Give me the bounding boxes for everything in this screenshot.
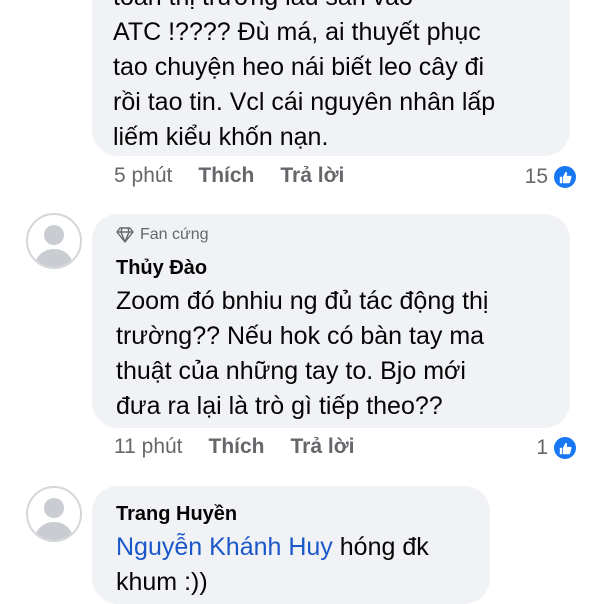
fan-badge: Fan cứng	[116, 226, 209, 244]
comment-author[interactable]: Thủy Đào	[116, 256, 207, 280]
comment-actions: 11 phút Thích Trả lời	[114, 435, 354, 459]
comment-line: tao chuyện heo nái biết leo cây đi	[113, 53, 485, 81]
avatar[interactable]	[26, 213, 82, 269]
reaction-count[interactable]: 1	[536, 435, 578, 461]
comment-author[interactable]: Trang Huyền	[116, 502, 237, 526]
comment-text: toàn thị trường lấu sàn vào ATC !???? Đù…	[113, 0, 495, 155]
comment-line: thuật của những tay to. Bjo mới	[116, 357, 466, 385]
reaction-count[interactable]: 15	[525, 164, 578, 190]
comment-text: Nguyễn Khánh Huy hóng đk khum :))	[116, 530, 429, 600]
default-avatar-icon	[34, 498, 74, 540]
comment-text: Zoom đó bnhiu ng đủ tác động thị trường?…	[116, 284, 489, 424]
comment-line: đưa ra lại là trò gì tiếp theo??	[116, 392, 443, 420]
mention-link[interactable]: Nguyễn Khánh Huy	[116, 533, 333, 561]
like-button[interactable]: Thích	[198, 164, 254, 188]
comment-time[interactable]: 11 phút	[114, 435, 183, 459]
comment-line: rồi tao tin. Vcl cái nguyên nhân lấp	[113, 88, 496, 116]
comment-actions: 5 phút Thích Trả lời	[114, 164, 344, 188]
comment-line: ATC !???? Đù má, ai thuyết phục	[113, 18, 481, 46]
comment-line: trường?? Nếu hok có bàn tay ma	[116, 322, 485, 350]
comment-bubble: toàn thị trường lấu sàn vào ATC !???? Đù…	[92, 0, 570, 156]
like-button[interactable]: Thích	[209, 435, 265, 459]
diamond-icon	[116, 227, 134, 243]
comment-bubble: Trang Huyền Nguyễn Khánh Huy hóng đk khu…	[92, 486, 490, 604]
badge-label: Fan cứng	[140, 226, 209, 243]
comment-bubble: Fan cứng Thủy Đào Zoom đó bnhiu ng đủ tá…	[92, 214, 570, 428]
comment-line-text: hóng đk	[332, 533, 429, 561]
reaction-number: 1	[536, 436, 548, 459]
comment-line: Zoom đó bnhiu ng đủ tác động thị	[116, 287, 489, 315]
comment-line: khum :))	[116, 568, 208, 596]
comment-line: Nguyễn Khánh Huy hóng đk	[116, 530, 429, 565]
avatar[interactable]	[26, 486, 82, 542]
reply-button[interactable]: Trả lời	[291, 435, 355, 459]
reaction-number: 15	[524, 165, 548, 188]
like-reaction-icon	[552, 435, 578, 461]
like-reaction-icon	[552, 164, 578, 190]
comment-time[interactable]: 5 phút	[114, 164, 172, 188]
default-avatar-icon	[34, 225, 74, 267]
comment-line: toàn thị trường lấu sàn vào	[113, 0, 495, 15]
reply-button[interactable]: Trả lời	[280, 164, 344, 188]
comment-line: liếm kiểu khốn nạn.	[113, 123, 329, 151]
